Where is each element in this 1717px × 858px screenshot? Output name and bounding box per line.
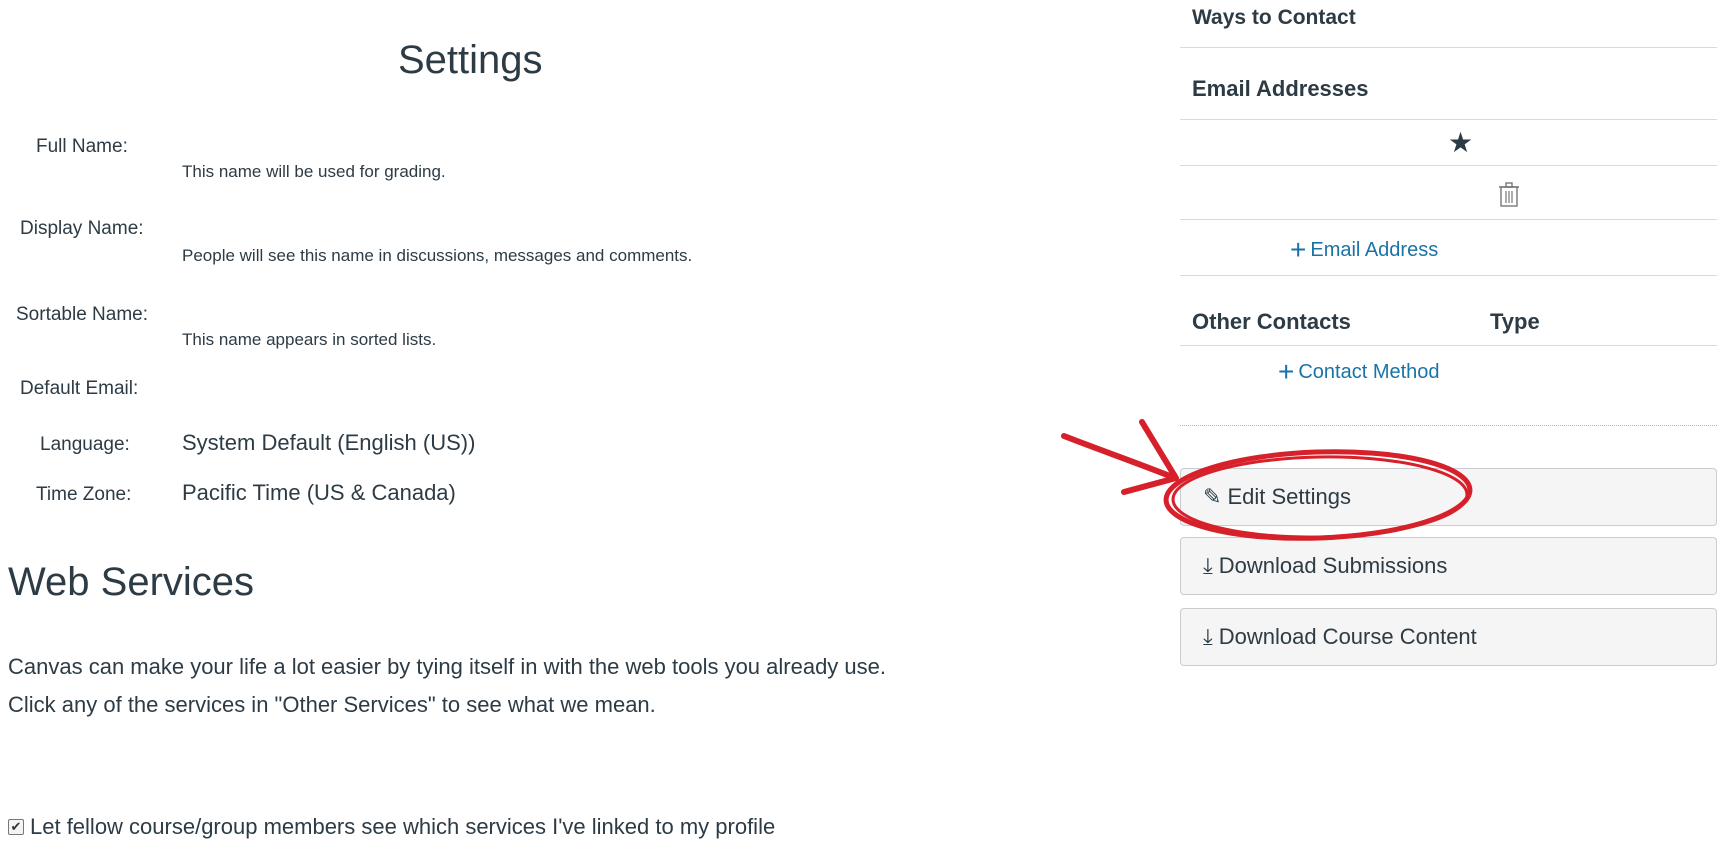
main-content: Settings Full Name: This name will be us… xyxy=(0,0,1140,858)
email-addresses-row: Email Addresses xyxy=(1180,48,1717,120)
show-services-checkbox-label: Let fellow course/group members see whic… xyxy=(30,814,776,839)
sortable-name-hint: This name appears in sorted lists. xyxy=(182,330,437,349)
full-name-hint: This name will be used for grading. xyxy=(182,162,446,181)
download-course-content-button[interactable]: ⤓ Download Course Content xyxy=(1180,608,1717,666)
pencil-icon: ✎ xyxy=(1203,484,1222,509)
download-course-content-label: Download Course Content xyxy=(1218,624,1477,649)
web-services-title: Web Services xyxy=(8,560,255,604)
edit-settings-label: Edit Settings xyxy=(1227,484,1351,509)
add-email-address-label: Email Address xyxy=(1310,239,1439,261)
display-name-hint: People will see this name in discussions… xyxy=(182,246,693,265)
show-services-checkbox[interactable]: ✔ xyxy=(8,819,24,835)
download-submissions-button[interactable]: ⤓ Download Submissions xyxy=(1180,537,1717,595)
add-email-row: + Email Address xyxy=(1180,220,1717,276)
plus-icon: + xyxy=(1278,356,1295,387)
full-name-label: Full Name: xyxy=(36,136,128,157)
email-addresses-heading: Email Addresses xyxy=(1192,76,1369,101)
time-zone-label: Time Zone: xyxy=(36,484,132,505)
email-row-secondary xyxy=(1180,166,1717,220)
ways-to-contact-row: Ways to Contact xyxy=(1180,0,1717,48)
contact-sidebar: Ways to Contact Email Addresses ★ + Email… xyxy=(1180,0,1717,858)
language-value: System Default (English (US)) xyxy=(182,430,476,455)
web-services-description-line2: Click any of the services in "Other Serv… xyxy=(8,692,656,717)
plus-icon: + xyxy=(1290,234,1307,265)
other-contacts-heading: Other Contacts xyxy=(1192,309,1351,334)
download-submissions-label: Download Submissions xyxy=(1218,553,1448,578)
page-title: Settings xyxy=(398,38,543,82)
profile-settings-page: Settings Full Name: This name will be us… xyxy=(0,0,1717,858)
other-contacts-header-row: Other Contacts Type xyxy=(1180,276,1717,346)
edit-settings-button[interactable]: ✎ Edit Settings xyxy=(1180,468,1717,526)
add-email-address-link[interactable]: + Email Address xyxy=(1290,234,1438,266)
divider xyxy=(1180,425,1717,426)
language-label: Language: xyxy=(40,434,130,455)
sortable-name-label: Sortable Name: xyxy=(16,304,149,325)
add-contact-method-label: Contact Method xyxy=(1298,361,1440,383)
trash-icon[interactable] xyxy=(1498,182,1520,208)
add-contact-method-link[interactable]: + Contact Method xyxy=(1278,356,1440,388)
show-services-checkbox-row[interactable]: ✔ Let fellow course/group members see wh… xyxy=(8,814,775,840)
download-icon: ⤓ xyxy=(1203,624,1213,649)
time-zone-value: Pacific Time (US & Canada) xyxy=(182,480,456,505)
star-icon: ★ xyxy=(1448,127,1474,158)
type-column-header: Type xyxy=(1490,309,1540,334)
web-services-description: Canvas can make your life a lot easier b… xyxy=(8,648,1128,724)
web-services-description-line1: Canvas can make your life a lot easier b… xyxy=(8,654,887,679)
download-icon: ⤓ xyxy=(1203,553,1213,578)
default-email-label: Default Email: xyxy=(20,378,139,399)
ways-to-contact-heading: Ways to Contact xyxy=(1192,6,1356,29)
display-name-label: Display Name: xyxy=(20,218,144,239)
